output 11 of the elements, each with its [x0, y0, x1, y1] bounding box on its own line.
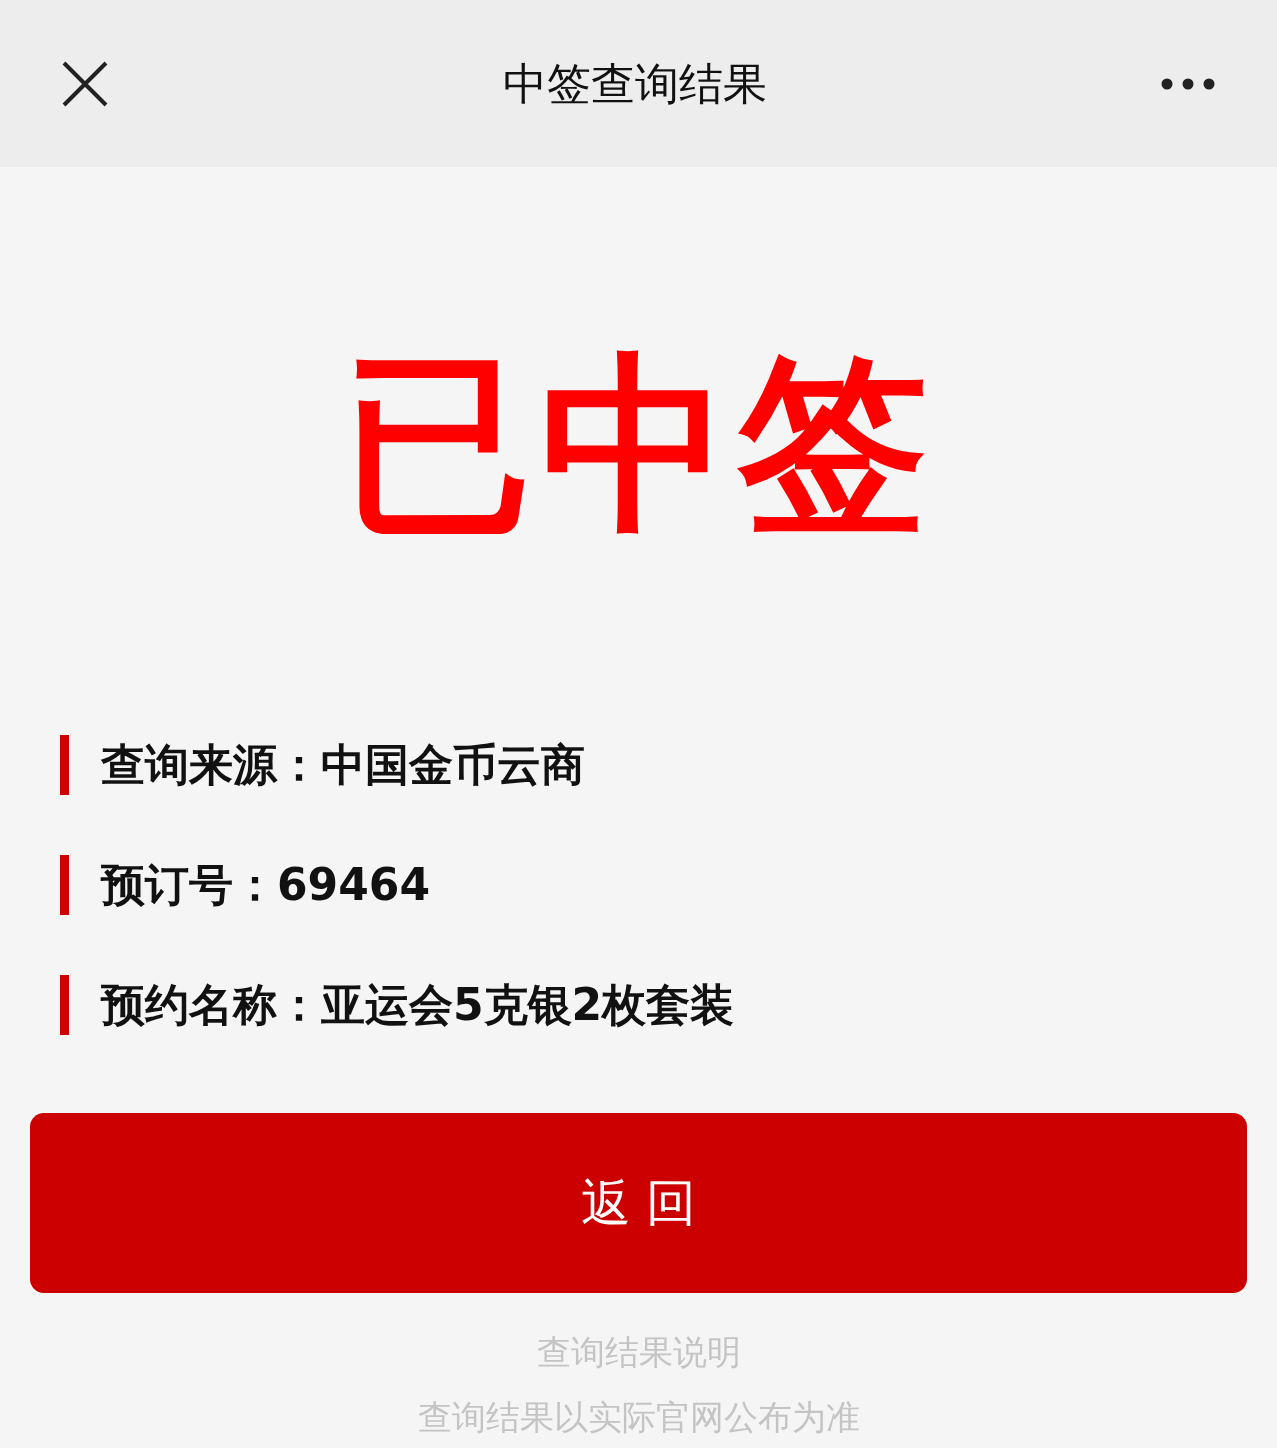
- info-text: 查询来源：中国金币云商: [101, 738, 585, 792]
- info-text: 预订号：69464: [101, 858, 431, 912]
- info-text: 预约名称：亚运会5克银2枚套装: [101, 978, 735, 1032]
- accent-bar: [60, 855, 69, 915]
- back-button[interactable]: 返 回: [30, 1113, 1247, 1293]
- result-status: 已中签: [341, 350, 936, 540]
- page-title: 中签查询结果: [502, 56, 767, 111]
- close-icon[interactable]: [62, 60, 108, 107]
- accent-bar: [60, 735, 69, 795]
- accent-bar: [60, 975, 69, 1035]
- more-icon[interactable]: [1161, 77, 1215, 90]
